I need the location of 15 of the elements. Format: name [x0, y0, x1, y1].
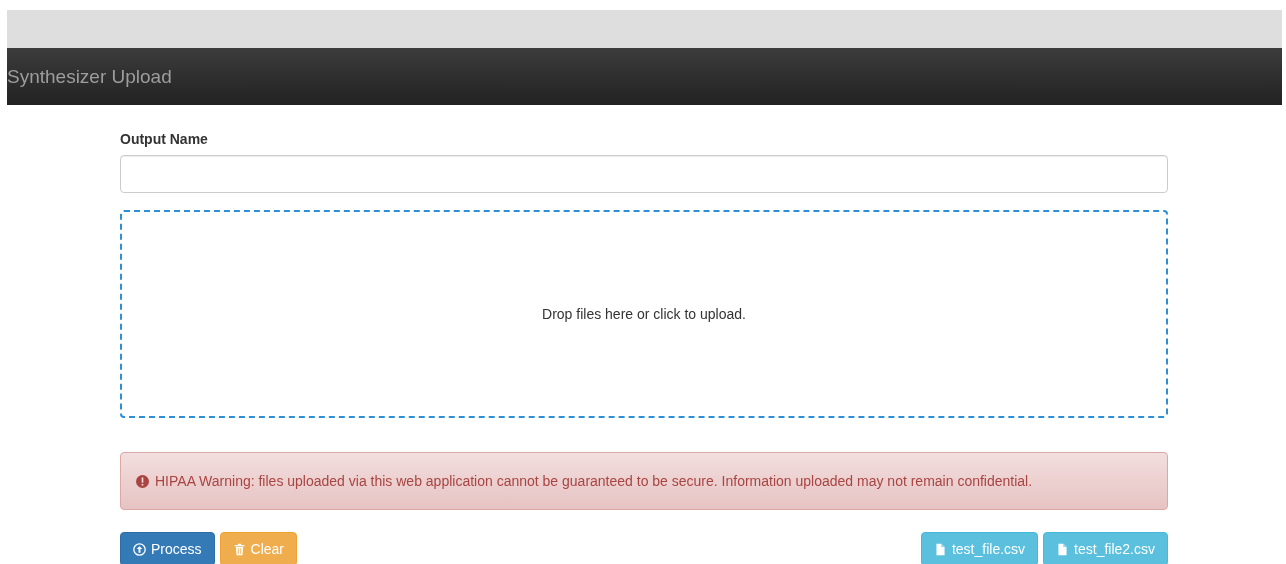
upload-circle-icon [133, 542, 146, 556]
dropzone-text: Drop files here or click to upload. [542, 306, 746, 322]
file-button[interactable]: test_file2.csv [1043, 532, 1168, 564]
dropzone[interactable]: Drop files here or click to upload. [120, 210, 1168, 418]
file-icon [1056, 542, 1070, 556]
exclamation-icon [136, 474, 149, 488]
field-label: Output Name [120, 131, 208, 147]
clear-button[interactable]: Clear [219, 532, 298, 564]
file-icon [933, 542, 947, 556]
trash-icon [232, 542, 246, 556]
warning-text: HIPAA Warning: files uploaded via this web application cannot be guaranteed to be secure. Information uploaded may not remain confidential. [155, 473, 1033, 489]
file-button[interactable]: test_file.csv [920, 532, 1039, 564]
output-name-field[interactable] [120, 155, 1168, 193]
process-button[interactable]: Process [120, 532, 215, 564]
app-title: Synthesizer Upload [7, 67, 172, 86]
